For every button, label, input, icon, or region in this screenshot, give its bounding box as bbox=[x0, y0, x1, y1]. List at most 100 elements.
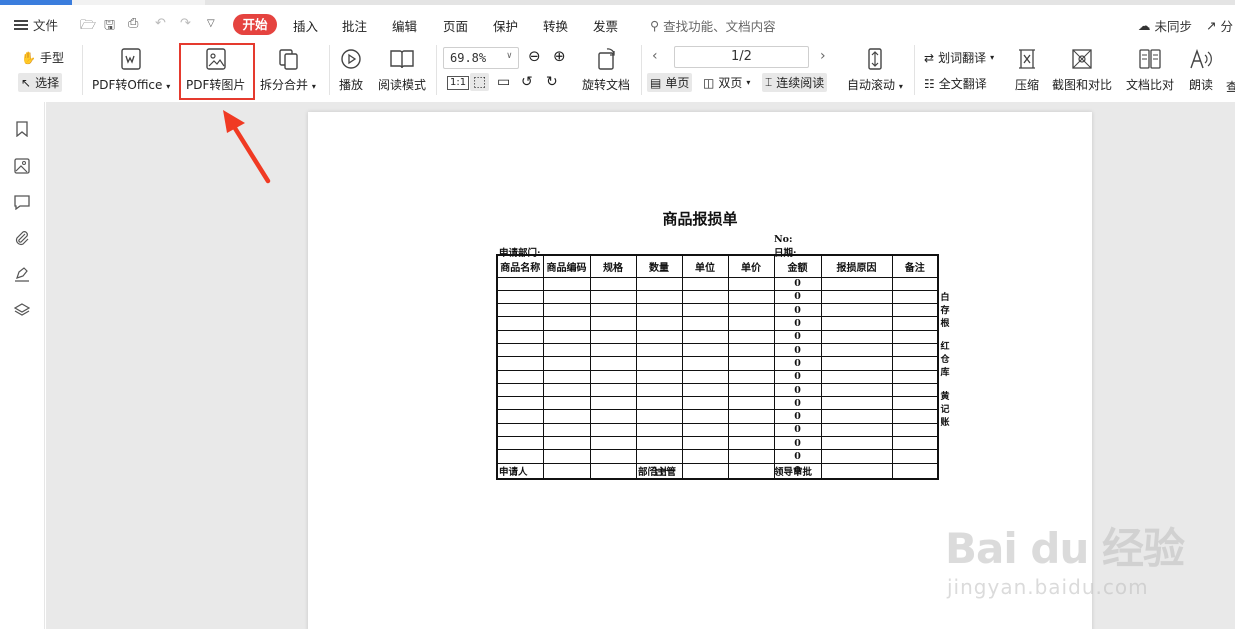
table-cell bbox=[496, 329, 544, 344]
split-merge-button[interactable]: 拆分合并 ▾ bbox=[260, 46, 316, 93]
table-cell bbox=[820, 369, 893, 384]
table-cell bbox=[589, 303, 637, 318]
open-folder-icon[interactable]: 🗁 bbox=[80, 16, 96, 38]
tab-protect[interactable]: 保护 bbox=[493, 16, 518, 35]
comment-icon[interactable] bbox=[13, 193, 31, 211]
table-row: 0 bbox=[496, 276, 939, 291]
table-cell bbox=[496, 369, 544, 384]
zoom-select[interactable]: 69.8% ∨ bbox=[443, 47, 519, 69]
fit-width-icon[interactable]: ▭ bbox=[497, 74, 510, 90]
compress-button[interactable]: 压缩 bbox=[1014, 46, 1040, 93]
table-cell bbox=[820, 409, 893, 424]
tab-page[interactable]: 页面 bbox=[443, 16, 468, 35]
rotate-doc-button[interactable]: 旋转文档 bbox=[582, 46, 630, 93]
watermark-main: Bai du 经验 bbox=[945, 524, 1185, 573]
quick-access-dropdown-icon[interactable]: ▽ bbox=[207, 18, 215, 29]
table-cell bbox=[589, 396, 637, 411]
read-aloud-button[interactable]: 朗读 bbox=[1188, 46, 1214, 93]
select-tool-button[interactable]: ↖ 选择 bbox=[18, 73, 63, 92]
table-cell bbox=[681, 369, 729, 384]
column-header: 商品编码 bbox=[542, 254, 591, 278]
table-cell bbox=[727, 436, 775, 451]
hamburger-icon bbox=[14, 19, 28, 30]
actual-size-icon[interactable]: 1:1 bbox=[447, 76, 470, 90]
auto-scroll-label: 自动滚动 bbox=[847, 78, 896, 92]
read-mode-button[interactable]: 阅读模式 bbox=[378, 46, 426, 93]
left-sidebar bbox=[0, 102, 45, 629]
table-cell bbox=[891, 303, 939, 318]
fit-page-icon[interactable]: ⬚ bbox=[470, 73, 490, 91]
doc-compare-button[interactable]: 文档比对 bbox=[1126, 46, 1174, 93]
tab-insert[interactable]: 插入 bbox=[293, 16, 318, 35]
table-cell bbox=[820, 329, 893, 344]
single-page-button[interactable]: ▤ 单页 bbox=[647, 73, 693, 92]
rotate-right-icon[interactable]: ↻ bbox=[546, 74, 558, 90]
zoom-out-icon[interactable]: ⊖ bbox=[528, 47, 541, 65]
tab-edit[interactable]: 编辑 bbox=[392, 16, 417, 35]
table-cell bbox=[589, 449, 637, 464]
tab-convert[interactable]: 转换 bbox=[543, 16, 568, 35]
copy-label-char: 红 bbox=[940, 342, 950, 352]
tab-start[interactable]: 开始 bbox=[233, 14, 277, 35]
auto-scroll-button[interactable]: 自动滚动 ▾ bbox=[847, 46, 903, 93]
table-cell bbox=[589, 276, 637, 291]
more-tools-button[interactable]: 查 bbox=[1226, 78, 1235, 95]
table-cell bbox=[891, 396, 939, 411]
prev-page-icon[interactable]: ‹ bbox=[652, 48, 658, 64]
page-number-input[interactable]: 1/2 bbox=[674, 46, 809, 68]
search-box[interactable]: ⚲ 查找功能、文档内容 bbox=[650, 16, 776, 35]
open-book-icon bbox=[388, 46, 416, 72]
tab-invoice[interactable]: 发票 bbox=[593, 16, 618, 35]
share-button[interactable]: ↗ 分 bbox=[1206, 16, 1233, 35]
screenshot-compare-button[interactable]: 截图和对比 bbox=[1052, 46, 1112, 93]
divider bbox=[329, 45, 330, 95]
leader-approval-label: 领导审批 bbox=[774, 467, 813, 478]
table-cell bbox=[820, 303, 893, 318]
continuous-label: 连续阅读 bbox=[776, 76, 825, 90]
zoom-in-icon[interactable]: ⊕ bbox=[553, 47, 566, 65]
redo-icon[interactable]: ↷ bbox=[180, 16, 191, 31]
table-cell: 0 bbox=[773, 422, 822, 438]
zoom-value: 69.8% bbox=[450, 51, 487, 65]
print-icon[interactable]: ⎙ bbox=[128, 16, 138, 31]
table-cell bbox=[891, 342, 939, 358]
table-cell bbox=[820, 449, 893, 464]
full-translate-button[interactable]: ☷ 全文翻译 bbox=[924, 75, 987, 92]
save-icon[interactable]: 🖫 bbox=[104, 16, 115, 38]
play-icon bbox=[338, 46, 364, 72]
table-cell: 0 bbox=[773, 356, 822, 371]
table-row: 0 bbox=[496, 382, 939, 398]
sync-status[interactable]: ☁ 未同步 bbox=[1138, 16, 1192, 35]
copy-label-char: 记 bbox=[940, 405, 950, 415]
thumbnail-icon[interactable] bbox=[13, 157, 31, 175]
rotate-doc-icon bbox=[593, 46, 619, 72]
hand-tool-button[interactable]: ✋ 手型 bbox=[21, 49, 64, 66]
red-arrow-annotation bbox=[223, 110, 271, 184]
copy-label-char: 存 bbox=[940, 306, 950, 316]
table-cell bbox=[820, 289, 893, 305]
table-cell bbox=[727, 276, 775, 291]
play-button[interactable]: 播放 bbox=[338, 46, 364, 93]
pdf-to-office-button[interactable]: PDF转Office ▾ bbox=[92, 46, 170, 93]
file-menu[interactable]: 文件 bbox=[14, 15, 58, 34]
table-cell bbox=[891, 436, 939, 451]
table-cell bbox=[891, 316, 939, 331]
attachment-icon[interactable] bbox=[13, 229, 31, 247]
share-label: 分 bbox=[1220, 19, 1233, 34]
table-cell bbox=[891, 409, 939, 424]
undo-icon[interactable]: ↶ bbox=[155, 16, 166, 31]
continuous-read-button[interactable]: ⌶ 连续阅读 bbox=[762, 73, 828, 92]
rotate-left-icon[interactable]: ↺ bbox=[521, 74, 533, 90]
word-translate-button[interactable]: ⇄ 划词翻译 ▾ bbox=[924, 49, 994, 66]
next-page-icon[interactable]: › bbox=[820, 48, 826, 64]
pdf-to-office-label: PDF转Office bbox=[92, 78, 163, 92]
table-cell: 0 bbox=[773, 369, 822, 384]
layers-icon[interactable] bbox=[13, 301, 31, 319]
bookmark-icon[interactable] bbox=[13, 120, 31, 138]
signature-icon[interactable] bbox=[13, 265, 31, 283]
table-row: 0 bbox=[496, 342, 939, 358]
table-cell: 0 bbox=[773, 276, 822, 291]
screenshot-icon bbox=[1069, 46, 1095, 72]
tab-annotate[interactable]: 批注 bbox=[342, 16, 367, 35]
double-page-button[interactable]: ◫ 双页 ▾ bbox=[703, 74, 750, 91]
